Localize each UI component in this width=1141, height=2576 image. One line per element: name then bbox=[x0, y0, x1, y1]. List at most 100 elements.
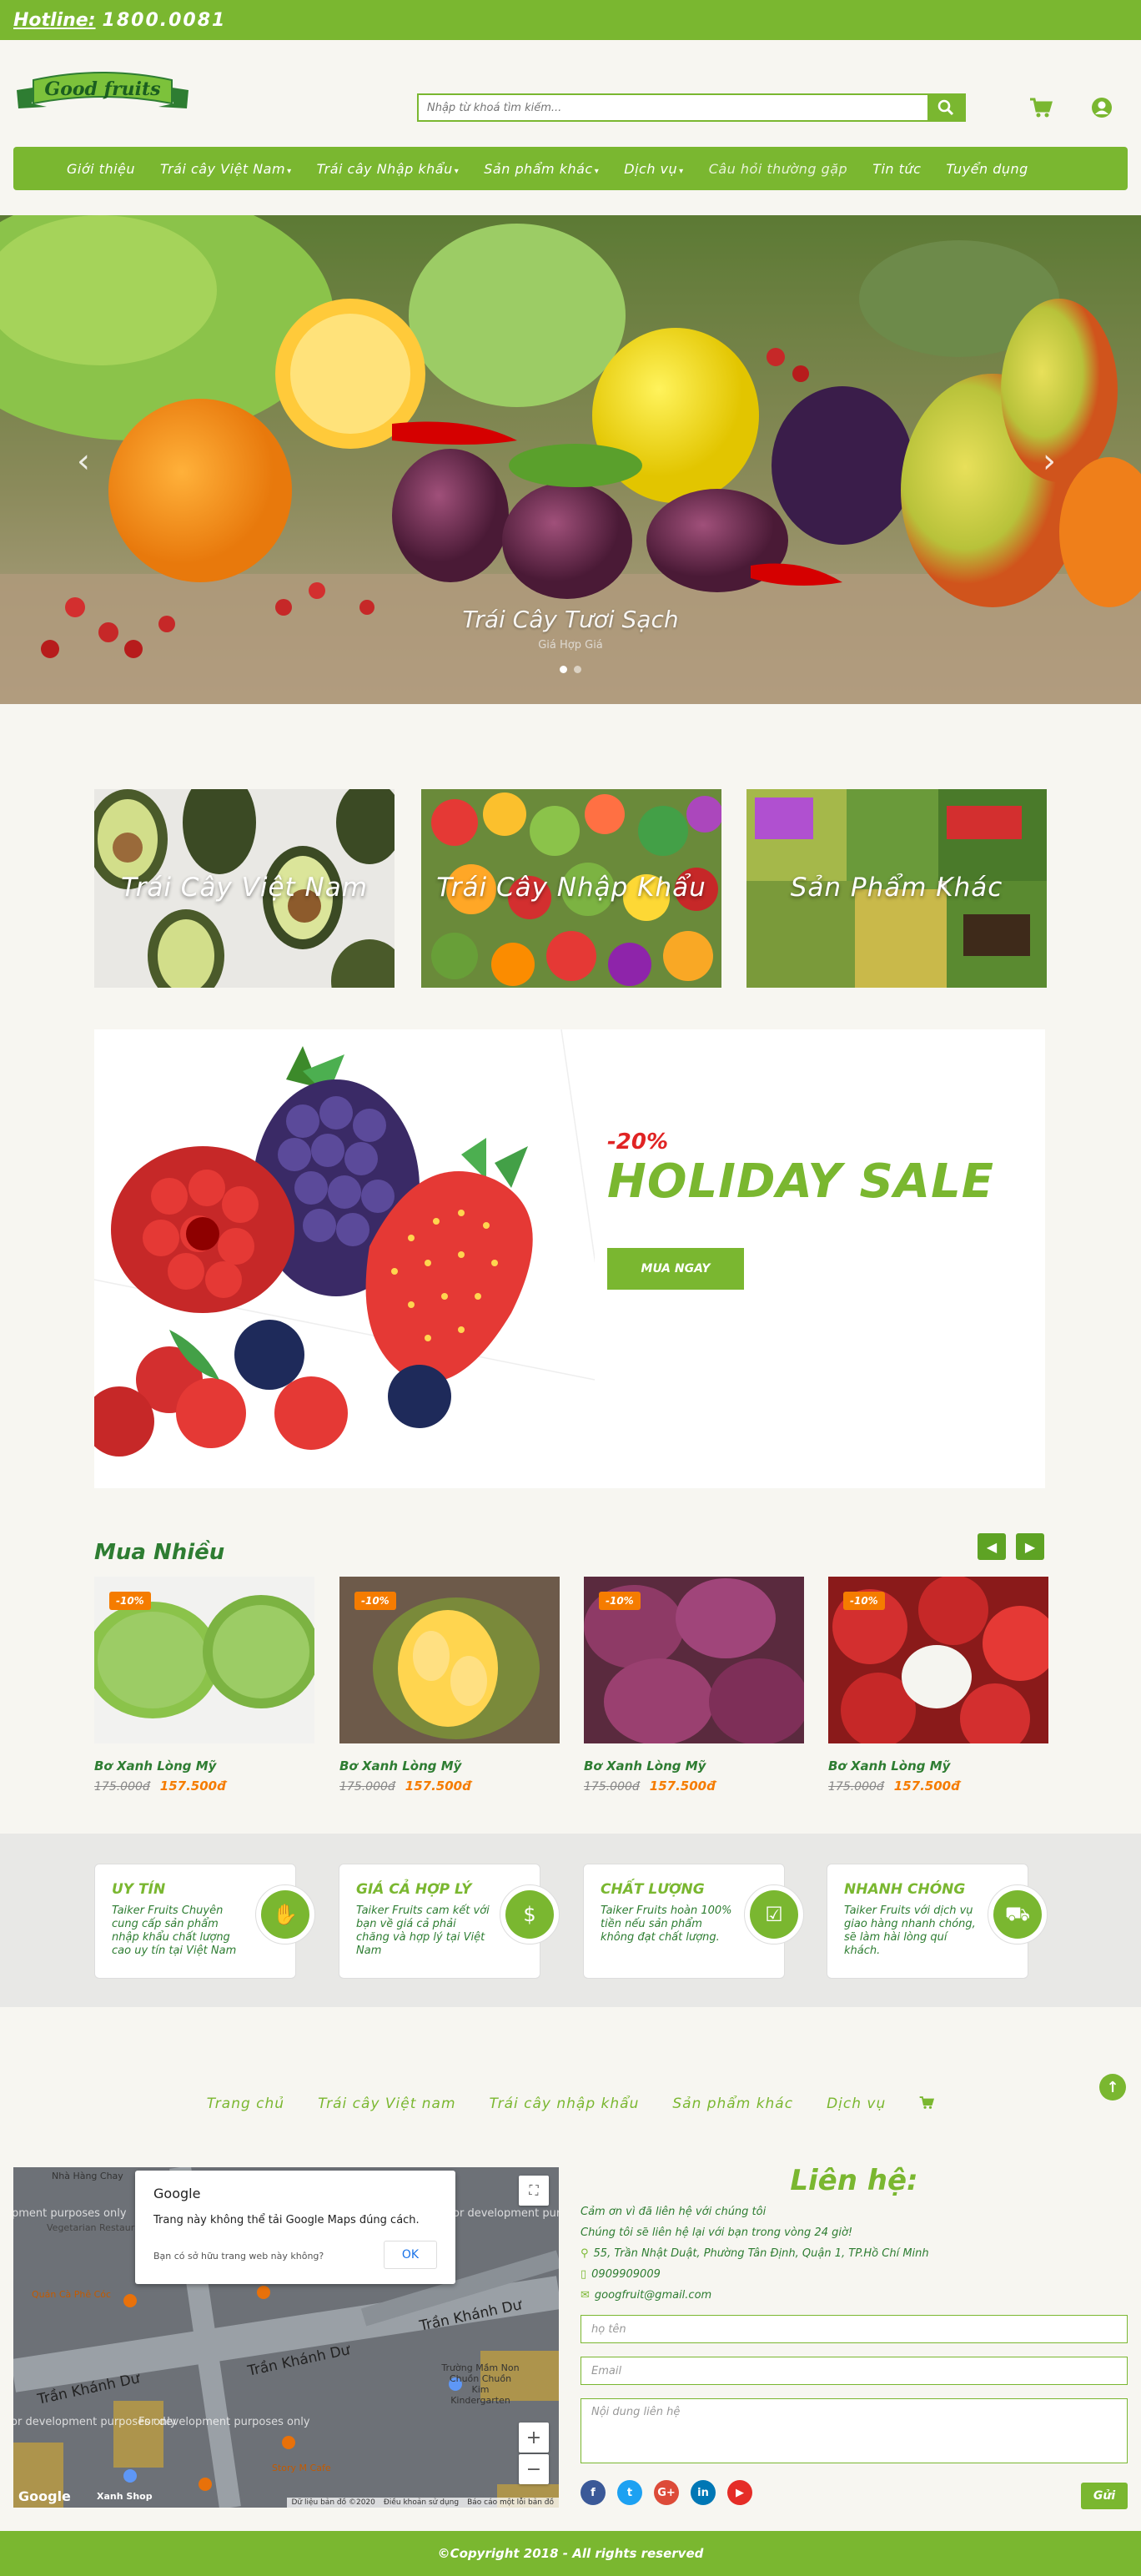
search-bar bbox=[417, 93, 966, 122]
caret-down-icon: ▾ bbox=[679, 166, 684, 176]
product-name[interactable]: Bơ Xanh Lòng Mỹ bbox=[94, 1758, 314, 1774]
nav-item-label: Trái cây Nhập khẩu bbox=[316, 160, 453, 177]
features-section: UY TÍN Taiker Fruits Chuyên cung cấp sản… bbox=[0, 1834, 1141, 2007]
product-name[interactable]: Bơ Xanh Lòng Mỹ bbox=[584, 1758, 804, 1774]
products-next-button[interactable]: ▶ bbox=[1016, 1533, 1044, 1560]
map-terms-link[interactable]: Điều khoản sử dụng bbox=[384, 2498, 459, 2507]
dialog-message: Trang này không thể tải Google Maps đúng… bbox=[153, 2214, 420, 2226]
hotline-number[interactable]: 1800.0081 bbox=[103, 10, 227, 31]
checklist-icon: ☑ bbox=[750, 1890, 798, 1939]
cart-icon[interactable] bbox=[1029, 97, 1053, 118]
map-place-label: Xanh Shop bbox=[97, 2491, 153, 2502]
caret-down-icon: ▾ bbox=[287, 166, 292, 176]
product-name[interactable]: Bơ Xanh Lòng Mỹ bbox=[339, 1758, 560, 1774]
dialog-ok-button[interactable]: OK bbox=[384, 2241, 437, 2269]
social-links: f t G+ in ▶ bbox=[581, 2480, 1128, 2505]
map-place-label: Story M Cafe bbox=[272, 2463, 331, 2473]
hero-prev-arrow[interactable]: ‹ bbox=[77, 442, 90, 480]
hero-dot-2[interactable] bbox=[574, 666, 581, 673]
hero-dot-1[interactable] bbox=[560, 666, 567, 673]
category-imported-fruits[interactable]: Trái Cây Nhập Khẩu bbox=[421, 789, 721, 988]
old-price: 175.000đ bbox=[584, 1780, 640, 1794]
product-card[interactable]: -10% Bơ Xanh Lòng Mỹ 175.000đ 157.500đ bbox=[584, 1577, 804, 1794]
caret-down-icon: ▾ bbox=[454, 166, 460, 176]
chevron-right-icon: ▶ bbox=[1024, 1538, 1036, 1555]
map-error-dialog: Google Trang này không thể tải Google Ma… bbox=[135, 2171, 455, 2284]
hotline-label[interactable]: Hotline: bbox=[13, 10, 96, 31]
map-dev-watermark: For development purposes only bbox=[138, 2416, 310, 2428]
search-input[interactable] bbox=[419, 95, 927, 120]
google-plus-icon[interactable]: G+ bbox=[654, 2480, 679, 2505]
email-field[interactable]: Email bbox=[581, 2357, 1128, 2385]
hotline-bar: Hotline: 1800.0081 bbox=[0, 0, 1141, 40]
footer-link-vietnam-fruits[interactable]: Trái cây Việt nam bbox=[318, 2096, 455, 2112]
nav-item-1[interactable]: Trái cây Việt Nam ▾ bbox=[160, 161, 292, 177]
product-image[interactable]: -10% bbox=[828, 1577, 1048, 1743]
footer-link-other-products[interactable]: Sản phẩm khác bbox=[672, 2096, 793, 2112]
name-field[interactable]: họ tên bbox=[581, 2315, 1128, 2343]
product-card[interactable]: -10% Bơ Xanh Lòng Mỹ 175.000đ 157.500đ bbox=[339, 1577, 560, 1794]
nav-item-3[interactable]: Sản phẩm khác ▾ bbox=[484, 161, 599, 177]
phone-text[interactable]: 0909909009 bbox=[591, 2268, 661, 2281]
caret-down-icon: ▾ bbox=[594, 166, 600, 176]
best-sellers-title: Mua Nhiều bbox=[94, 1540, 225, 1565]
search-button[interactable] bbox=[927, 95, 964, 120]
nav-item-label: Giới thiệu bbox=[67, 160, 136, 177]
minus-icon: − bbox=[525, 2458, 542, 2480]
nav-item-label: Trái cây Việt Nam bbox=[160, 160, 286, 177]
linkedin-icon[interactable]: in bbox=[691, 2480, 716, 2505]
send-button[interactable]: Gửi bbox=[1081, 2483, 1128, 2509]
hero-next-arrow[interactable]: › bbox=[1043, 442, 1056, 480]
feature-desc: Taiker Fruits Chuyên cung cấp sản phẩm n… bbox=[112, 1904, 237, 1957]
product-image[interactable]: -10% bbox=[339, 1577, 560, 1743]
footer-link-home[interactable]: Trang chủ bbox=[207, 2096, 284, 2112]
product-card[interactable]: -10% Bơ Xanh Lòng Mỹ 175.000đ 157.500đ bbox=[828, 1577, 1048, 1794]
buy-now-button[interactable]: MUA NGAY bbox=[607, 1248, 744, 1290]
feature-title: UY TÍN bbox=[112, 1881, 166, 1898]
map-report-link[interactable]: Báo cáo một lỗi bản đồ bbox=[467, 2498, 554, 2507]
footer-link-imported-fruits[interactable]: Trái cây nhập khẩu bbox=[490, 2096, 640, 2112]
product-image[interactable]: -10% bbox=[94, 1577, 314, 1743]
logo[interactable]: Good fruits bbox=[13, 65, 192, 125]
category-other-products[interactable]: Sản Phẩm Khác bbox=[746, 789, 1047, 988]
category-label: Sản Phẩm Khác bbox=[790, 873, 1003, 903]
plus-icon: + bbox=[525, 2427, 542, 2448]
nav-item-0[interactable]: Giới thiệu bbox=[67, 161, 135, 177]
footer-link-services[interactable]: Dịch vụ bbox=[827, 2096, 886, 2112]
category-vietnam-fruits[interactable]: Trái Cây Việt Nam bbox=[94, 789, 395, 988]
category-label: Trái Cây Nhập Khẩu bbox=[436, 873, 706, 903]
discount-badge: -10% bbox=[599, 1592, 641, 1610]
products-prev-button[interactable]: ◀ bbox=[978, 1533, 1006, 1560]
zoom-in-button[interactable]: + bbox=[519, 2423, 549, 2453]
email-text[interactable]: googfruit@gmail.com bbox=[595, 2289, 711, 2302]
feature-card: CHẤT LƯỢNG Taiker Fruits hoàn 100% tiền … bbox=[583, 1864, 804, 1979]
user-icon[interactable] bbox=[1091, 97, 1113, 118]
new-price: 157.500đ bbox=[893, 1779, 960, 1794]
cart-icon[interactable] bbox=[919, 2096, 935, 2110]
new-price: 157.500đ bbox=[159, 1779, 226, 1794]
zoom-out-button[interactable]: − bbox=[519, 2454, 549, 2484]
chevron-left-icon: ◀ bbox=[986, 1538, 998, 1555]
nav-item-2[interactable]: Trái cây Nhập khẩu ▾ bbox=[317, 161, 460, 177]
twitter-icon[interactable]: t bbox=[617, 2480, 642, 2505]
hero-subtitle: Giá Hợp Giá bbox=[538, 639, 603, 652]
product-image[interactable]: -10% bbox=[584, 1577, 804, 1743]
facebook-icon[interactable]: f bbox=[581, 2480, 606, 2505]
header: Good fruits bbox=[0, 40, 1141, 147]
money-bag-icon: $ bbox=[505, 1890, 554, 1939]
nav-item-4[interactable]: Dịch vụ ▾ bbox=[624, 161, 683, 177]
product-price: 175.000đ 157.500đ bbox=[339, 1779, 560, 1794]
nav-item-7[interactable]: Tuyển dụng bbox=[946, 161, 1028, 177]
search-icon bbox=[937, 99, 954, 116]
discount-badge: -10% bbox=[109, 1592, 151, 1610]
youtube-icon[interactable]: ▶ bbox=[727, 2480, 752, 2505]
hero-dots bbox=[0, 666, 1141, 673]
nav-item-6[interactable]: Tin tức bbox=[872, 161, 921, 177]
map-attribution: Dữ liệu bản đồ ©2020 Điều khoản sử dụng … bbox=[286, 2498, 559, 2508]
message-field[interactable]: Nội dung liên hệ bbox=[581, 2398, 1128, 2463]
nav-item-5[interactable]: Câu hỏi thường gặp bbox=[709, 161, 848, 177]
product-card[interactable]: -10% Bơ Xanh Lòng Mỹ 175.000đ 157.500đ bbox=[94, 1577, 314, 1794]
product-name[interactable]: Bơ Xanh Lòng Mỹ bbox=[828, 1758, 1048, 1774]
google-map[interactable]: Nhà Hàng Chay Vegetarian Restaurant & Vi… bbox=[13, 2167, 559, 2508]
fullscreen-button[interactable]: ⛶ bbox=[519, 2176, 549, 2206]
